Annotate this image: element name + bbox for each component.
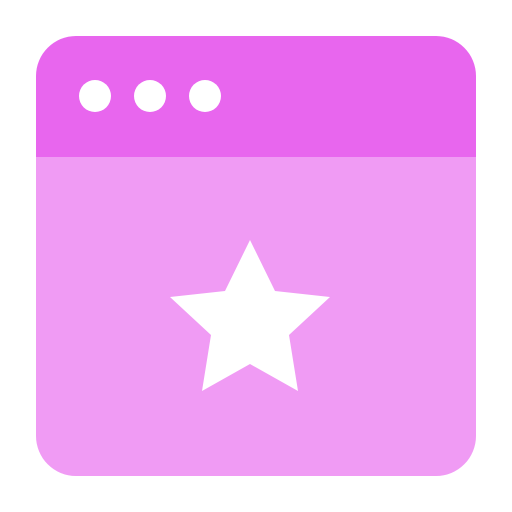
star-icon [170, 240, 330, 391]
app-icon [0, 0, 512, 512]
